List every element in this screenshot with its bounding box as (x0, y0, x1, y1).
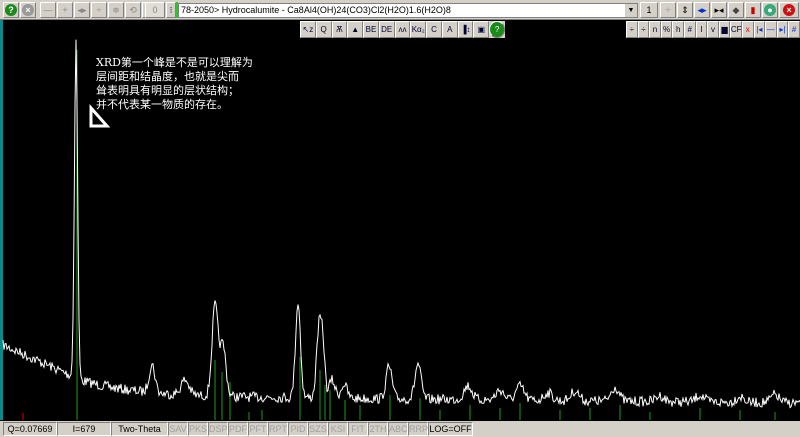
log-toggle[interactable]: LOG=OFF (428, 422, 473, 436)
help-icon: ? (5, 4, 17, 16)
vertical-arrows-icon[interactable]: ⇕ (677, 2, 693, 18)
status-button-pft[interactable]: PFT (248, 422, 268, 436)
refresh-button[interactable]: ⟲ (125, 2, 141, 18)
minus-button[interactable]: — (40, 2, 56, 18)
shrink-icon[interactable]: ▸◂ (711, 2, 727, 18)
pattern-select[interactable]: 78-2050> Hydrocalumite - Ca8Al4(OH)24(CO… (178, 3, 638, 18)
horizontal-arrows-icon[interactable]: ◂▸ (694, 2, 710, 18)
status-button-ksi[interactable]: KSI (328, 422, 348, 436)
expand-v-button[interactable]: ÷ (91, 2, 107, 18)
status-button-2th[interactable]: 2TH (368, 422, 388, 436)
status-button-pdf[interactable]: PDF (228, 422, 248, 436)
bar-chart-icon[interactable]: ▮ (745, 2, 761, 18)
page-field[interactable]: 1 (640, 2, 658, 18)
globe-button[interactable]: ● (762, 2, 778, 18)
close-button[interactable]: × (779, 2, 799, 18)
axis-mode[interactable]: Two-Theta (111, 422, 168, 436)
status-bar: Q=0.07669 I=679 Two-Theta SAV PKS DSP PDF PF… (0, 421, 800, 437)
status-button-rpt[interactable]: RPT (268, 422, 288, 436)
status-button-sav[interactable]: SAV (168, 422, 188, 436)
cancel-button[interactable]: × (20, 2, 36, 18)
globe-icon: ● (764, 4, 776, 16)
counter-spinner[interactable]: ⁝ (166, 2, 176, 18)
intensity-readout: I=679 (57, 422, 111, 436)
eraser-icon[interactable]: ◆ (728, 2, 744, 18)
status-button-dsp[interactable]: DSP (208, 422, 228, 436)
status-button-pid[interactable]: PID (288, 422, 308, 436)
counter-field[interactable]: 0 (145, 2, 165, 18)
plus-button[interactable]: + (57, 2, 73, 18)
chevron-down-icon[interactable]: ▼ (625, 4, 637, 17)
status-button-szs[interactable]: SZS (308, 422, 328, 436)
left-edge (0, 20, 3, 420)
annotation-text: XRD第一个峰是不是可以理解为 层间距和结晶度，也就是尖而 耸表明具有明显的层状… (96, 56, 253, 111)
status-button-pks[interactable]: PKS (188, 422, 208, 436)
close-icon: × (783, 4, 795, 16)
q-readout: Q=0.07669 (3, 422, 57, 436)
expand-h-button[interactable]: ◂▸ (74, 2, 90, 18)
status-button-rrp[interactable]: RRP (408, 422, 428, 436)
compress-v-button[interactable]: ≑ (108, 2, 124, 18)
status-button-abc[interactable]: ABC (388, 422, 408, 436)
main-toolbar: ? × — + ◂▸ ÷ ≑ ⟲ ÷ 0 ⁝ 78-2050> Hydrocal… (0, 0, 800, 20)
scale-button[interactable]: ÷ (660, 2, 676, 18)
status-button-fit[interactable]: FIT (348, 422, 368, 436)
x-circle-icon: × (22, 4, 34, 16)
help-button[interactable]: ? (3, 2, 19, 18)
